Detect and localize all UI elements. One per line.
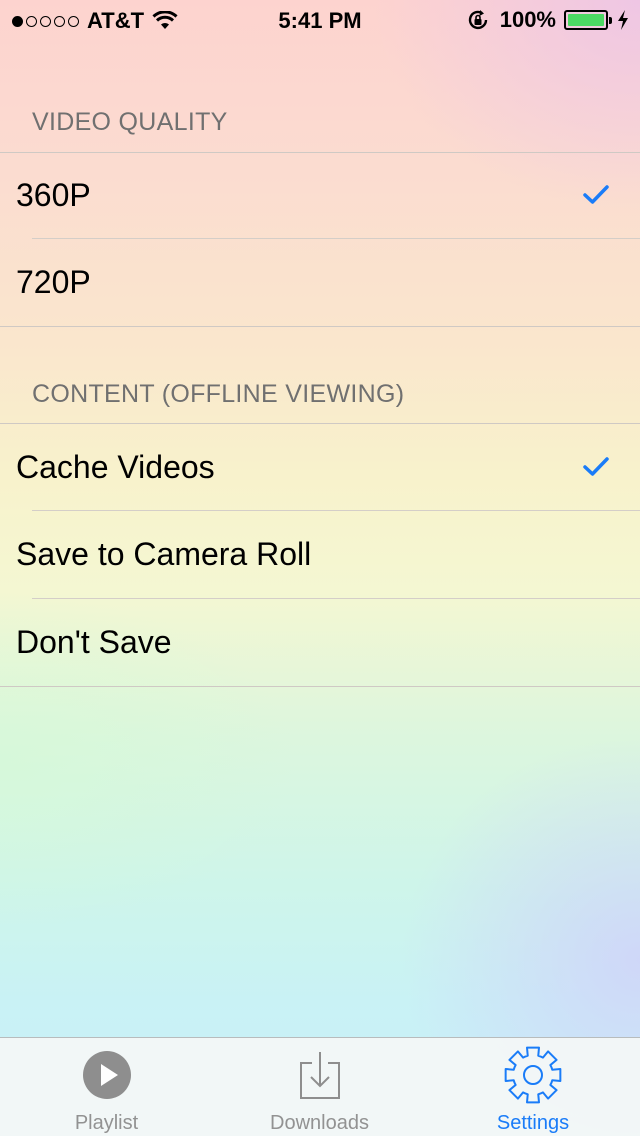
battery-icon [564, 10, 612, 30]
tab-downloads[interactable]: Downloads [213, 1038, 426, 1137]
tab-settings[interactable]: Settings [426, 1038, 640, 1137]
row-label: 360P [16, 176, 91, 213]
tab-bar: Playlist Downloads Settings [0, 1037, 640, 1136]
tab-label: Settings [496, 1112, 570, 1134]
section-header-content-offline: CONTENT (OFFLINE VIEWING) [32, 380, 405, 408]
checkmark-icon [583, 185, 609, 204]
separator [0, 686, 640, 687]
tab-playlist[interactable]: Playlist [0, 1038, 213, 1137]
row-label: Cache Videos [16, 448, 215, 485]
battery-tip [609, 17, 612, 24]
section-header-video-quality: VIDEO QUALITY [32, 108, 228, 136]
rotation-lock-icon [468, 10, 487, 30]
row-720p[interactable]: 720P [0, 239, 640, 325]
row-label: 720P [16, 263, 91, 300]
gear-icon [504, 1046, 562, 1104]
row-cache-videos[interactable]: Cache Videos [0, 424, 640, 510]
tab-label: Downloads [270, 1112, 369, 1134]
status-right: 100% [466, 7, 630, 33]
separator [0, 326, 640, 327]
charging-bolt-icon [618, 10, 628, 30]
play-circle-icon [82, 1051, 131, 1099]
row-label: Save to Camera Roll [16, 535, 312, 572]
row-360p[interactable]: 360P [0, 152, 640, 238]
row-dont-save[interactable]: Don't Save [0, 599, 640, 685]
download-tray-icon [299, 1052, 340, 1099]
battery-fill [568, 14, 604, 26]
status-bar: AT&T 5:41 PM 100% [0, 0, 640, 40]
battery-percent: 100% [499, 7, 556, 32]
row-save-to-camera-roll[interactable]: Save to Camera Roll [0, 511, 640, 597]
row-label: Don't Save [16, 623, 172, 660]
tab-label: Playlist [74, 1112, 139, 1134]
checkmark-icon [583, 457, 609, 476]
